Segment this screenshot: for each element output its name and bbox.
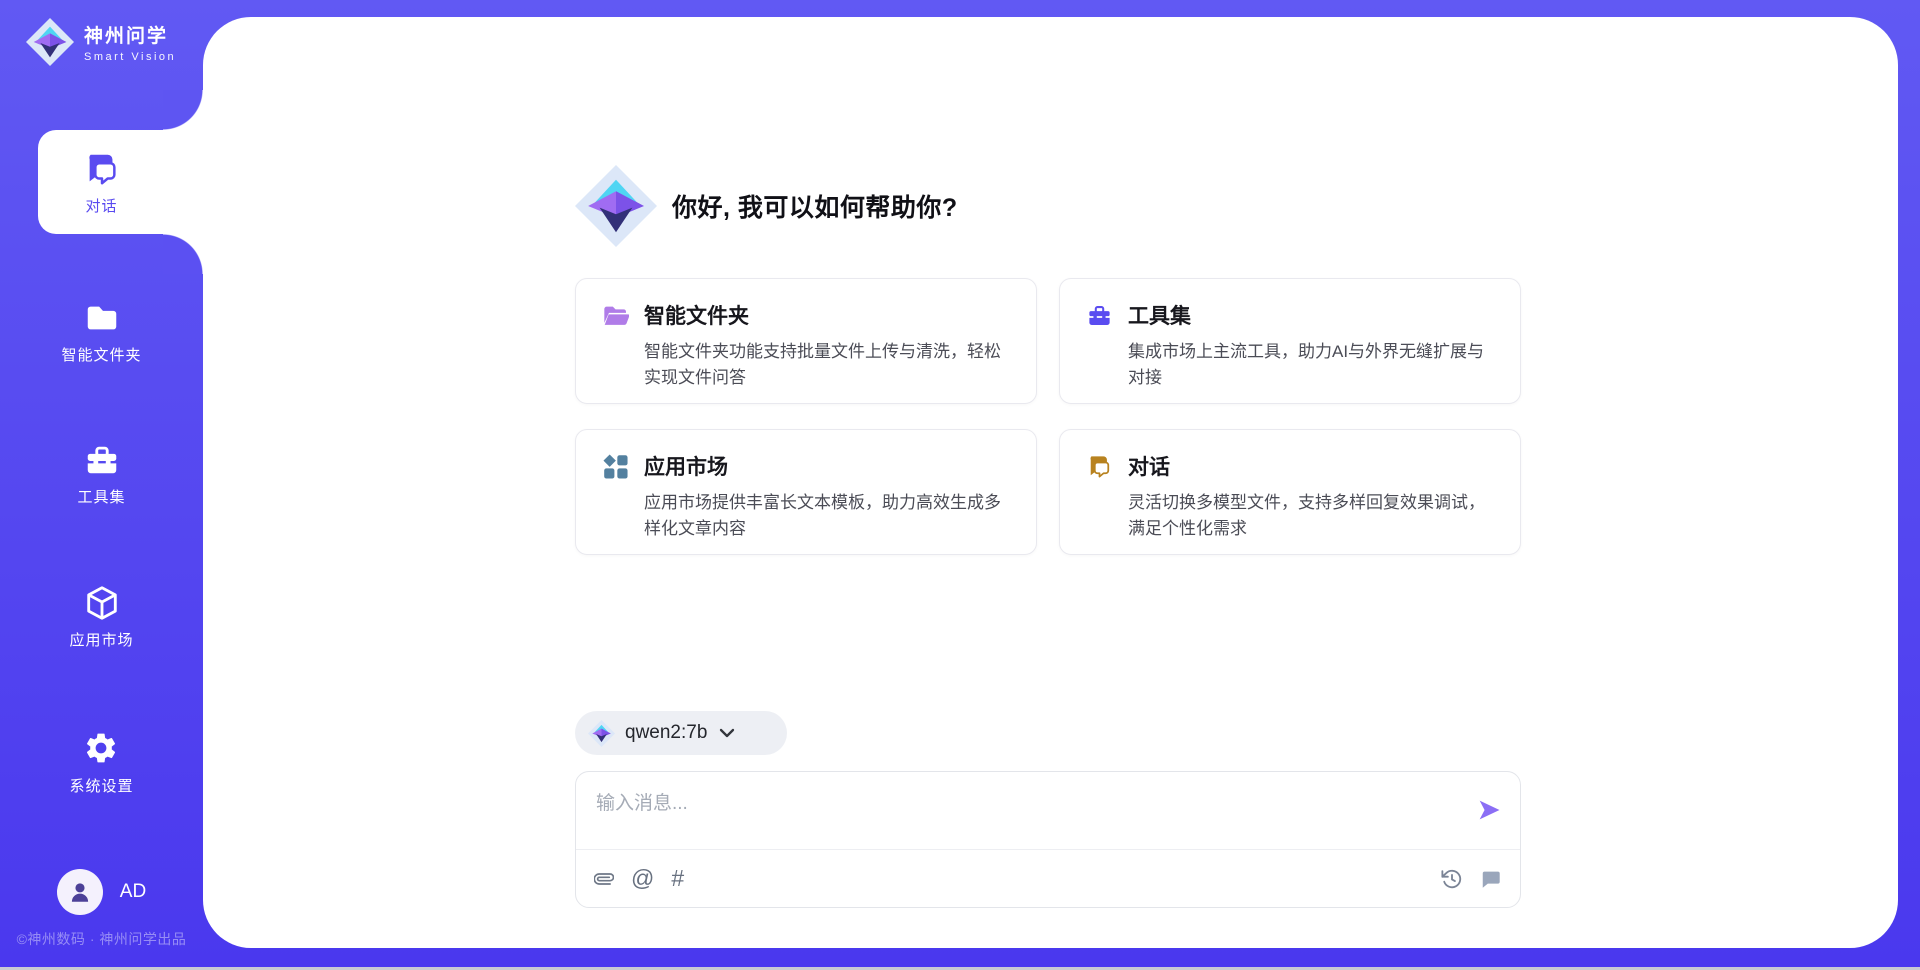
brand-diamond-icon	[26, 18, 74, 66]
sidebar: 神州问学 Smart Vision 对话 智能文件夹 工具集 应用市场 系统设置	[0, 0, 203, 970]
hashtag-button[interactable]: #	[671, 867, 684, 890]
sidebar-item-label: 智能文件夹	[61, 344, 141, 365]
sidebar-item-smart-folder[interactable]: 智能文件夹	[0, 299, 203, 365]
copyright-text: ©神州数码 · 神州问学出品	[0, 929, 203, 949]
composer-toolbar: @ #	[576, 850, 1520, 907]
card-body: 智能文件夹 智能文件夹功能支持批量文件上传与清洗，轻松实现文件问答	[644, 300, 1012, 403]
card-title: 对话	[1128, 451, 1496, 481]
user-initials: AD	[120, 881, 146, 903]
gear-icon	[83, 730, 121, 768]
user-account[interactable]: AD	[0, 869, 203, 915]
chat-icon	[83, 150, 121, 188]
assistant-logo-icon	[575, 163, 657, 249]
brand-subtitle: Smart Vision	[84, 51, 176, 63]
message-composer: @ #	[575, 771, 1521, 908]
card-description: 集成市场上主流工具，助力AI与外界无缝扩展与对接	[1128, 339, 1496, 390]
cube-icon	[83, 584, 121, 622]
comment-button[interactable]	[1480, 868, 1502, 890]
card-description: 智能文件夹功能支持批量文件上传与清洗，轻松实现文件问答	[644, 339, 1012, 390]
card-description: 灵活切换多模型文件，支持多样回复效果调试，满足个性化需求	[1128, 490, 1496, 541]
card-chat[interactable]: 对话 灵活切换多模型文件，支持多样回复效果调试，满足个性化需求	[1059, 429, 1521, 555]
sidebar-item-label: 工具集	[77, 486, 125, 507]
person-icon	[67, 879, 93, 905]
card-toolbox[interactable]: 工具集 集成市场上主流工具，助力AI与外界无缝扩展与对接	[1059, 278, 1521, 404]
history-icon	[1441, 868, 1463, 890]
toolbox-icon	[1086, 302, 1113, 329]
card-title: 应用市场	[644, 451, 1012, 481]
card-app-market[interactable]: 应用市场 应用市场提供丰富长文本模板，助力高效生成多样化文章内容	[575, 429, 1037, 555]
greeting-title: 你好, 我可以如何帮助你?	[672, 188, 958, 224]
sidebar-item-label: 对话	[85, 195, 117, 216]
card-description: 应用市场提供丰富长文本模板，助力高效生成多样化文章内容	[644, 490, 1012, 541]
comment-icon	[1480, 868, 1502, 890]
attach-button[interactable]	[594, 868, 614, 890]
folder-icon	[83, 299, 121, 337]
avatar	[57, 869, 103, 915]
card-smart-folder[interactable]: 智能文件夹 智能文件夹功能支持批量文件上传与清洗，轻松实现文件问答	[575, 278, 1037, 404]
send-arrow-icon	[1475, 796, 1503, 824]
card-title: 工具集	[1128, 300, 1496, 330]
send-button[interactable]	[1474, 796, 1504, 826]
active-tab-top-curve	[163, 90, 203, 130]
chat-icon	[1086, 453, 1113, 480]
sidebar-item-label: 系统设置	[69, 775, 133, 796]
sidebar-item-toolbox[interactable]: 工具集	[0, 441, 203, 507]
active-tab-bottom-curve	[163, 234, 203, 274]
sidebar-item-label: 应用市场	[69, 629, 133, 650]
model-name: qwen2:7b	[625, 722, 707, 744]
card-body: 应用市场 应用市场提供丰富长文本模板，助力高效生成多样化文章内容	[644, 451, 1012, 554]
model-selector[interactable]: qwen2:7b	[575, 711, 787, 755]
chevron-down-icon	[719, 728, 735, 738]
card-body: 工具集 集成市场上主流工具，助力AI与外界无缝扩展与对接	[1128, 300, 1496, 403]
feature-cards: 智能文件夹 智能文件夹功能支持批量文件上传与清洗，轻松实现文件问答 工具集 集成…	[575, 278, 1521, 555]
main-content: 你好, 我可以如何帮助你? 智能文件夹 智能文件夹功能支持批量文件上传与清洗，轻…	[575, 17, 1521, 948]
greeting: 你好, 我可以如何帮助你?	[575, 163, 958, 249]
card-title: 智能文件夹	[644, 300, 1012, 330]
history-button[interactable]	[1441, 868, 1463, 890]
brand-title: 神州问学	[84, 21, 176, 48]
toolbox-icon	[83, 441, 121, 479]
message-input[interactable]	[576, 772, 1460, 846]
card-body: 对话 灵活切换多模型文件，支持多样回复效果调试，满足个性化需求	[1128, 451, 1496, 554]
model-logo-icon	[588, 720, 615, 747]
brand-logo: 神州问学 Smart Vision	[26, 18, 176, 66]
brand-text: 神州问学 Smart Vision	[84, 21, 176, 63]
folder-open-icon	[602, 302, 629, 329]
app-window: 神州问学 Smart Vision 对话 智能文件夹 工具集 应用市场 系统设置	[0, 0, 1920, 970]
paperclip-icon	[594, 868, 614, 890]
sidebar-item-app-market[interactable]: 应用市场	[0, 584, 203, 650]
grid-market-icon	[602, 453, 629, 480]
mention-button[interactable]: @	[631, 867, 654, 890]
sidebar-item-settings[interactable]: 系统设置	[0, 730, 203, 796]
sidebar-item-chat[interactable]: 对话	[0, 150, 203, 216]
